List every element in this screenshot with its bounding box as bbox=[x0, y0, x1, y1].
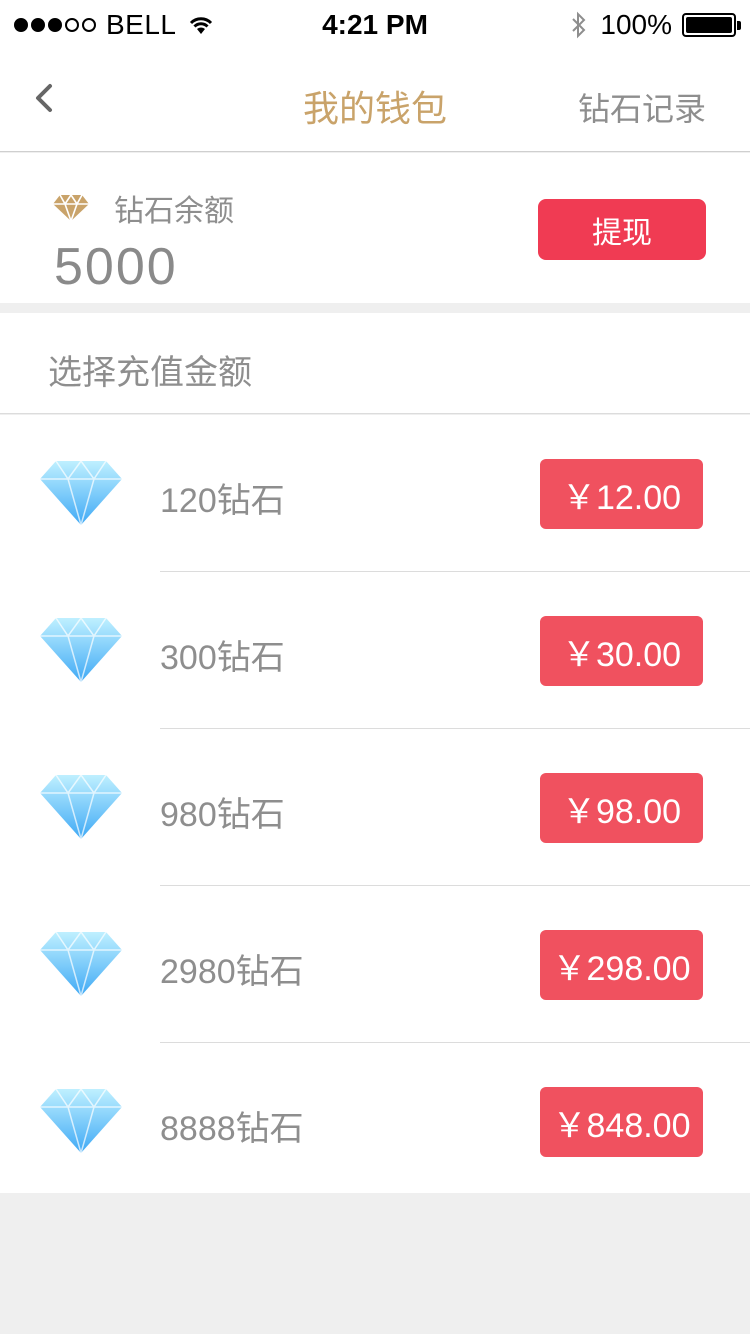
blue-diamond-icon bbox=[40, 930, 122, 998]
balance-card: 钻石余额 5000 提现 bbox=[0, 153, 750, 303]
bluetooth-icon bbox=[572, 11, 586, 39]
blue-diamond-icon bbox=[40, 616, 122, 684]
package-label: 980钻石 bbox=[160, 796, 285, 834]
package-label: 300钻石 bbox=[160, 639, 285, 677]
status-bar: BELL 4:21 PM 100% bbox=[0, 0, 750, 50]
price-button[interactable]: ￥98.00 bbox=[540, 773, 703, 843]
nav-bar: 我的钱包 钻石记录 bbox=[0, 50, 750, 152]
price-button[interactable]: ￥298.00 bbox=[540, 930, 703, 1000]
blue-diamond-icon bbox=[40, 459, 122, 527]
diamond-icon bbox=[53, 193, 89, 223]
section-divider bbox=[0, 303, 750, 313]
recharge-title: 选择充值金额 bbox=[48, 354, 252, 392]
package-label: 8888钻石 bbox=[160, 1110, 304, 1148]
price-button[interactable]: ￥12.00 bbox=[540, 459, 703, 529]
package-label: 120钻石 bbox=[160, 482, 285, 520]
price-button[interactable]: ￥30.00 bbox=[540, 616, 703, 686]
diamond-records-link[interactable]: 钻石记录 bbox=[578, 84, 706, 130]
package-row[interactable]: 8888钻石 ￥848.00 bbox=[0, 1043, 750, 1193]
blue-diamond-icon bbox=[40, 1087, 122, 1155]
package-row[interactable]: 300钻石 ￥30.00 bbox=[0, 572, 750, 729]
battery-percent: 100% bbox=[600, 9, 672, 40]
balance-value: 5000 bbox=[54, 238, 178, 296]
balance-label: 钻石余额 bbox=[114, 195, 234, 228]
package-row[interactable]: 120钻石 ￥12.00 bbox=[0, 415, 750, 572]
package-row[interactable]: 2980钻石 ￥298.00 bbox=[0, 886, 750, 1043]
package-list: 120钻石 ￥12.00 300钻石 ￥30.00 980钻石 ￥98.00 2… bbox=[0, 415, 750, 1193]
package-label: 2980钻石 bbox=[160, 953, 304, 991]
price-button[interactable]: ￥848.00 bbox=[540, 1087, 703, 1157]
package-row[interactable]: 980钻石 ￥98.00 bbox=[0, 729, 750, 886]
status-right: 100% bbox=[570, 9, 741, 41]
blue-diamond-icon bbox=[40, 773, 122, 841]
battery-icon bbox=[682, 13, 741, 37]
withdraw-button[interactable]: 提现 bbox=[538, 199, 706, 260]
recharge-section-header: 选择充值金额 bbox=[0, 313, 750, 414]
